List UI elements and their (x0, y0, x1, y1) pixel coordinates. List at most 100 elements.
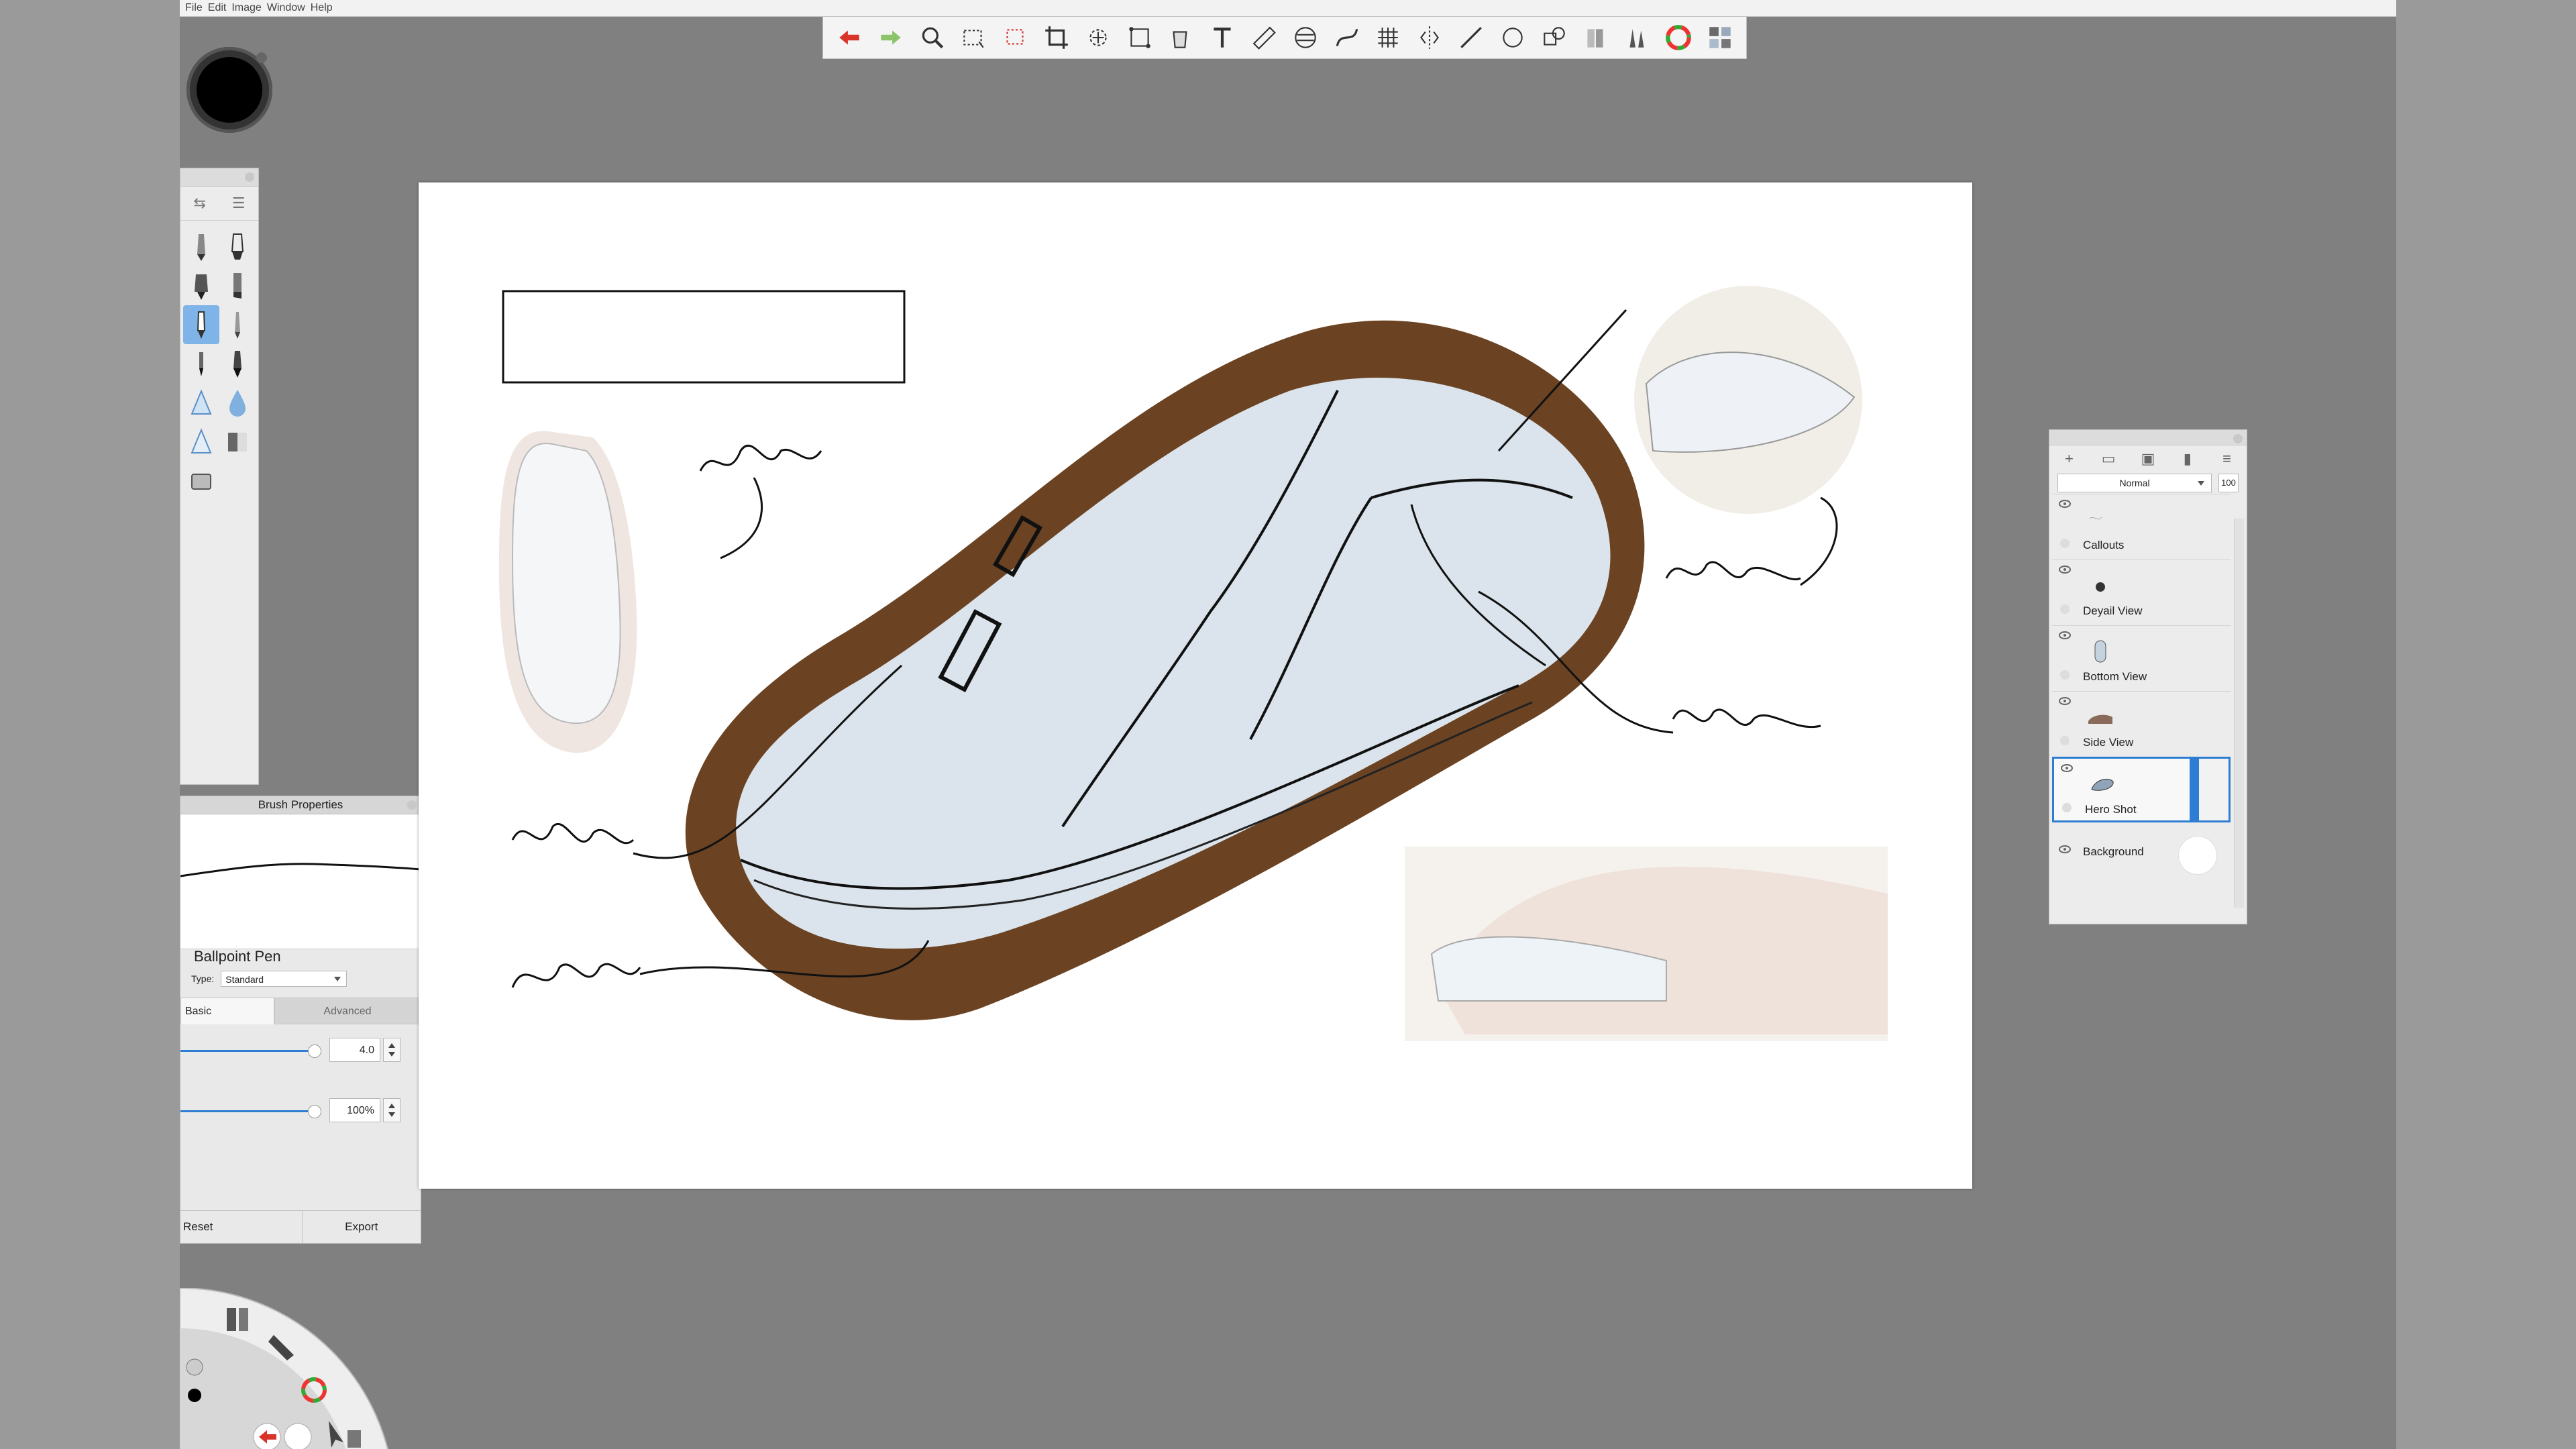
gradient-brush-icon[interactable] (219, 422, 256, 461)
perspective-icon[interactable] (1371, 21, 1405, 54)
copic-icon[interactable] (1579, 21, 1613, 54)
layer-radio[interactable] (2060, 736, 2070, 745)
lasso-icon[interactable] (998, 21, 1032, 54)
close-icon[interactable] (245, 172, 254, 182)
brush-type-select[interactable]: Standard (221, 971, 347, 987)
layer-detail-view[interactable]: Deyail View (2052, 559, 2231, 625)
distort-icon[interactable] (1123, 21, 1157, 54)
color-wheel-icon[interactable] (1662, 21, 1695, 54)
layer-hero-shot[interactable]: Hero Shot (2052, 757, 2231, 822)
layer-opacity[interactable]: 100 (2218, 474, 2239, 492)
layer-background[interactable]: Background (2052, 822, 2231, 883)
layer-side-view[interactable]: Side View (2052, 691, 2231, 757)
visibility-eye-icon[interactable] (2059, 500, 2071, 508)
water-drop-icon[interactable] (219, 383, 256, 422)
add-layer-icon[interactable]: + (2061, 450, 2077, 467)
text-icon[interactable] (1205, 21, 1239, 54)
layer-radio[interactable] (2060, 539, 2070, 548)
marker-brush-icon[interactable] (219, 227, 256, 266)
opacity-stepper[interactable] (383, 1098, 400, 1122)
menu-file[interactable]: File (185, 2, 203, 14)
layers-icon[interactable] (347, 1430, 361, 1448)
opacity-slider[interactable] (180, 1110, 315, 1112)
crop-icon[interactable] (1040, 21, 1073, 54)
brush-list-icon[interactable]: ☰ (232, 195, 246, 212)
size-slider[interactable] (180, 1050, 315, 1052)
brush-library-icon[interactable] (1620, 21, 1654, 54)
menu-window[interactable]: Window (267, 2, 305, 14)
bottom-view-image (498, 431, 637, 753)
add-group-icon[interactable]: ▭ (2100, 450, 2116, 467)
layer-radio[interactable] (2060, 604, 2070, 614)
transform-icon[interactable] (1081, 21, 1115, 54)
size-slider-knob[interactable] (308, 1044, 321, 1058)
line-icon[interactable] (1454, 21, 1488, 54)
smudge-brush-icon[interactable] (183, 422, 219, 461)
layers-titlebar[interactable] (2049, 430, 2247, 445)
delete-layer-icon[interactable]: ▮ (2180, 450, 2196, 467)
triangle-brush-icon[interactable] (183, 383, 219, 422)
brush-puck[interactable] (186, 47, 272, 133)
symmetry-icon[interactable] (1413, 21, 1446, 54)
drawing-canvas[interactable] (419, 182, 1972, 1189)
visibility-eye-icon[interactable] (2059, 566, 2071, 574)
menu-edit[interactable]: Edit (208, 2, 227, 14)
zoom-icon[interactable] (916, 21, 949, 54)
layer-lock-strip[interactable] (2190, 759, 2229, 820)
rect-select-icon[interactable] (957, 21, 990, 54)
tab-advanced[interactable]: Advanced (274, 998, 421, 1024)
size-slider-row: 4.0 (180, 1031, 421, 1071)
layer-menu-icon[interactable]: ≡ (2219, 450, 2235, 467)
close-icon[interactable] (2233, 434, 2243, 443)
technical-pen-icon[interactable] (219, 305, 256, 344)
visibility-eye-icon[interactable] (2059, 697, 2071, 705)
visibility-eye-icon[interactable] (2061, 764, 2073, 772)
size-stepper[interactable] (383, 1038, 400, 1062)
shape-icon[interactable] (1538, 21, 1571, 54)
current-color-dot[interactable] (188, 1389, 201, 1402)
layers-scrollbar[interactable] (2234, 519, 2244, 908)
ruler-icon[interactable] (1247, 21, 1281, 54)
pencil-brush-icon[interactable] (183, 227, 219, 266)
layer-callouts[interactable]: Callouts (2052, 494, 2231, 559)
redo-icon[interactable] (874, 21, 908, 54)
reset-button[interactable]: Reset (180, 1211, 303, 1243)
fineliner-icon[interactable] (183, 344, 219, 383)
eraser-icon[interactable] (183, 461, 219, 500)
background-color-swatch[interactable] (2178, 836, 2217, 875)
layer-name: Hero Shot (2085, 803, 2137, 816)
close-icon[interactable] (407, 800, 417, 810)
size-input[interactable]: 4.0 (329, 1038, 380, 1062)
export-button[interactable]: Export (303, 1211, 421, 1243)
layer-radio[interactable] (2062, 803, 2072, 812)
menu-image[interactable]: Image (231, 2, 261, 14)
add-image-icon[interactable]: ▣ (2140, 450, 2156, 467)
brush-panel-titlebar[interactable] (180, 168, 258, 186)
blend-mode-select[interactable]: Normal (2057, 474, 2212, 492)
ink-pen-icon[interactable] (219, 344, 256, 383)
info-icon[interactable] (186, 1358, 203, 1376)
french-curve-icon[interactable] (1330, 21, 1364, 54)
visibility-eye-icon[interactable] (2059, 845, 2071, 853)
brush-properties-title[interactable]: Brush Properties (180, 796, 421, 814)
tab-basic[interactable]: Basic (180, 998, 274, 1024)
undo-icon[interactable] (833, 21, 866, 54)
layer-bottom-view[interactable]: Bottom View (2052, 625, 2231, 691)
airbrush-icon[interactable] (183, 266, 219, 305)
menu-help[interactable]: Help (311, 2, 333, 14)
puck-handle[interactable] (256, 52, 267, 63)
circle-icon[interactable] (1496, 21, 1529, 54)
brush-settings-icon[interactable]: ⇆ (193, 195, 205, 212)
redo-icon[interactable] (284, 1423, 312, 1449)
callout-scribble-2 (511, 822, 635, 845)
visibility-eye-icon[interactable] (2059, 631, 2071, 639)
bucket-icon[interactable] (1164, 21, 1197, 54)
undo-icon[interactable] (253, 1423, 281, 1449)
ellipse-guide-icon[interactable] (1289, 21, 1322, 54)
swatches-icon[interactable] (1703, 21, 1737, 54)
ballpoint-pen-icon[interactable] (183, 305, 219, 344)
chisel-brush-icon[interactable] (219, 266, 256, 305)
layer-radio[interactable] (2060, 670, 2070, 680)
opacity-slider-knob[interactable] (308, 1105, 321, 1118)
opacity-input[interactable]: 100% (329, 1098, 380, 1122)
